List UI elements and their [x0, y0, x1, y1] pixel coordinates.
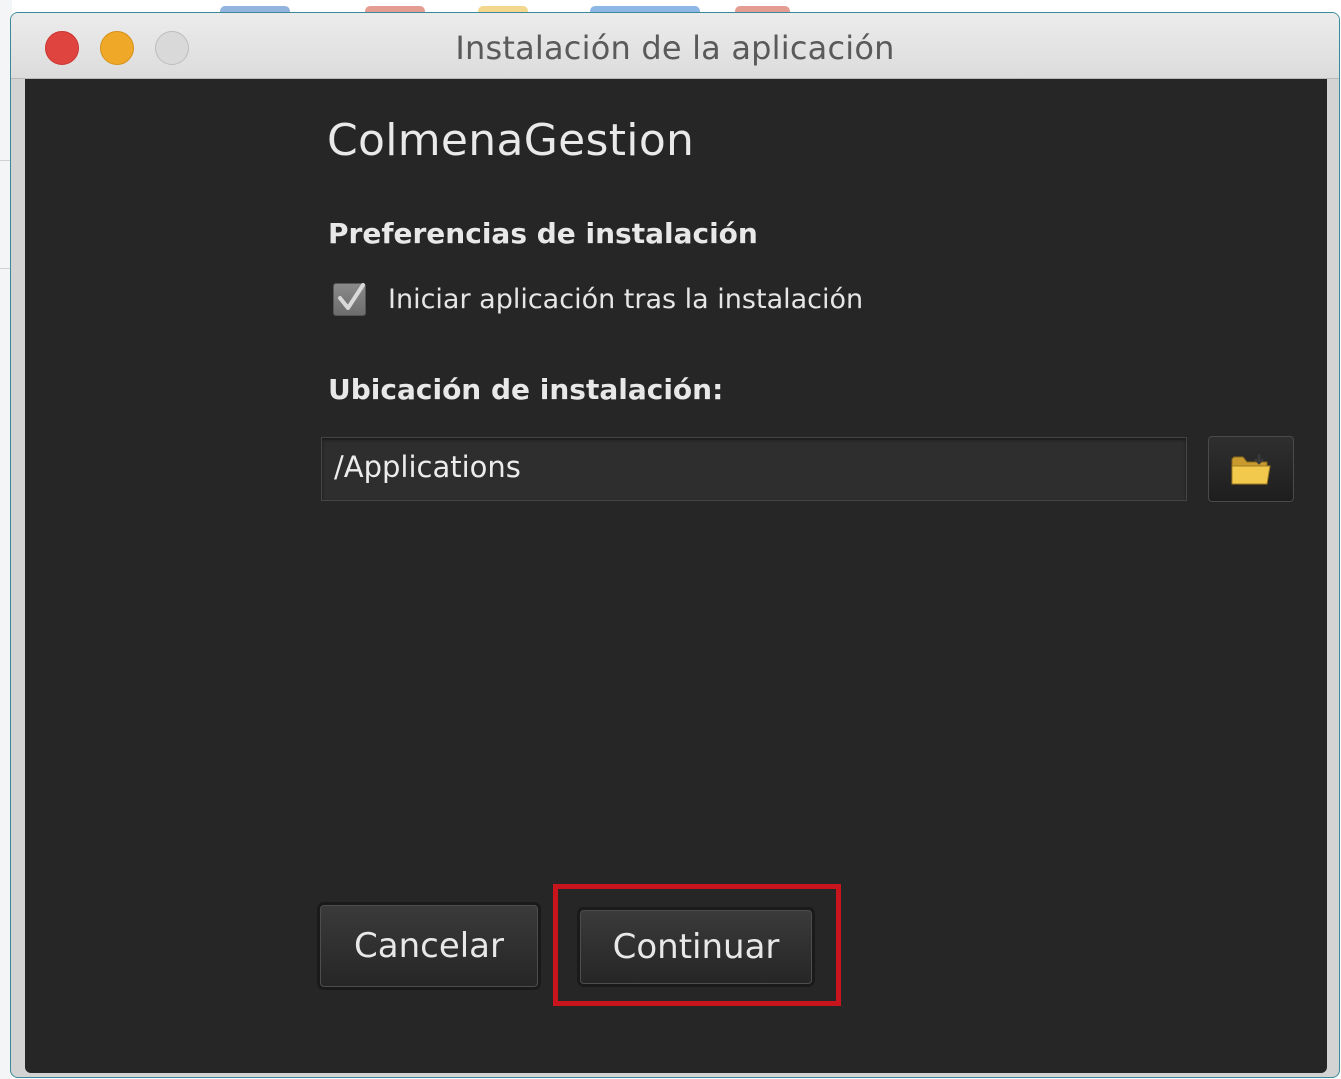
cancel-button[interactable]: Cancelar: [320, 905, 538, 987]
app-name-heading: ColmenaGestion: [327, 115, 695, 166]
checkmark-icon: [338, 282, 365, 310]
install-location-field[interactable]: /Applications: [321, 437, 1187, 501]
install-preferences-heading: Preferencias de instalación: [328, 217, 758, 250]
folder-icon: [1231, 454, 1271, 485]
launch-after-install-option[interactable]: Iniciar aplicación tras la instalación: [333, 279, 863, 319]
launch-after-install-checkbox[interactable]: [333, 282, 366, 316]
window-title: Instalación de la aplicación: [455, 29, 895, 67]
title-bar: Instalación de la aplicación: [11, 13, 1339, 79]
browse-folder-button[interactable]: [1208, 436, 1294, 502]
continue-highlight-box: [553, 884, 841, 1006]
install-location-heading: Ubicación de instalación:: [328, 373, 724, 406]
launch-after-install-label: Iniciar aplicación tras la instalación: [388, 283, 864, 315]
